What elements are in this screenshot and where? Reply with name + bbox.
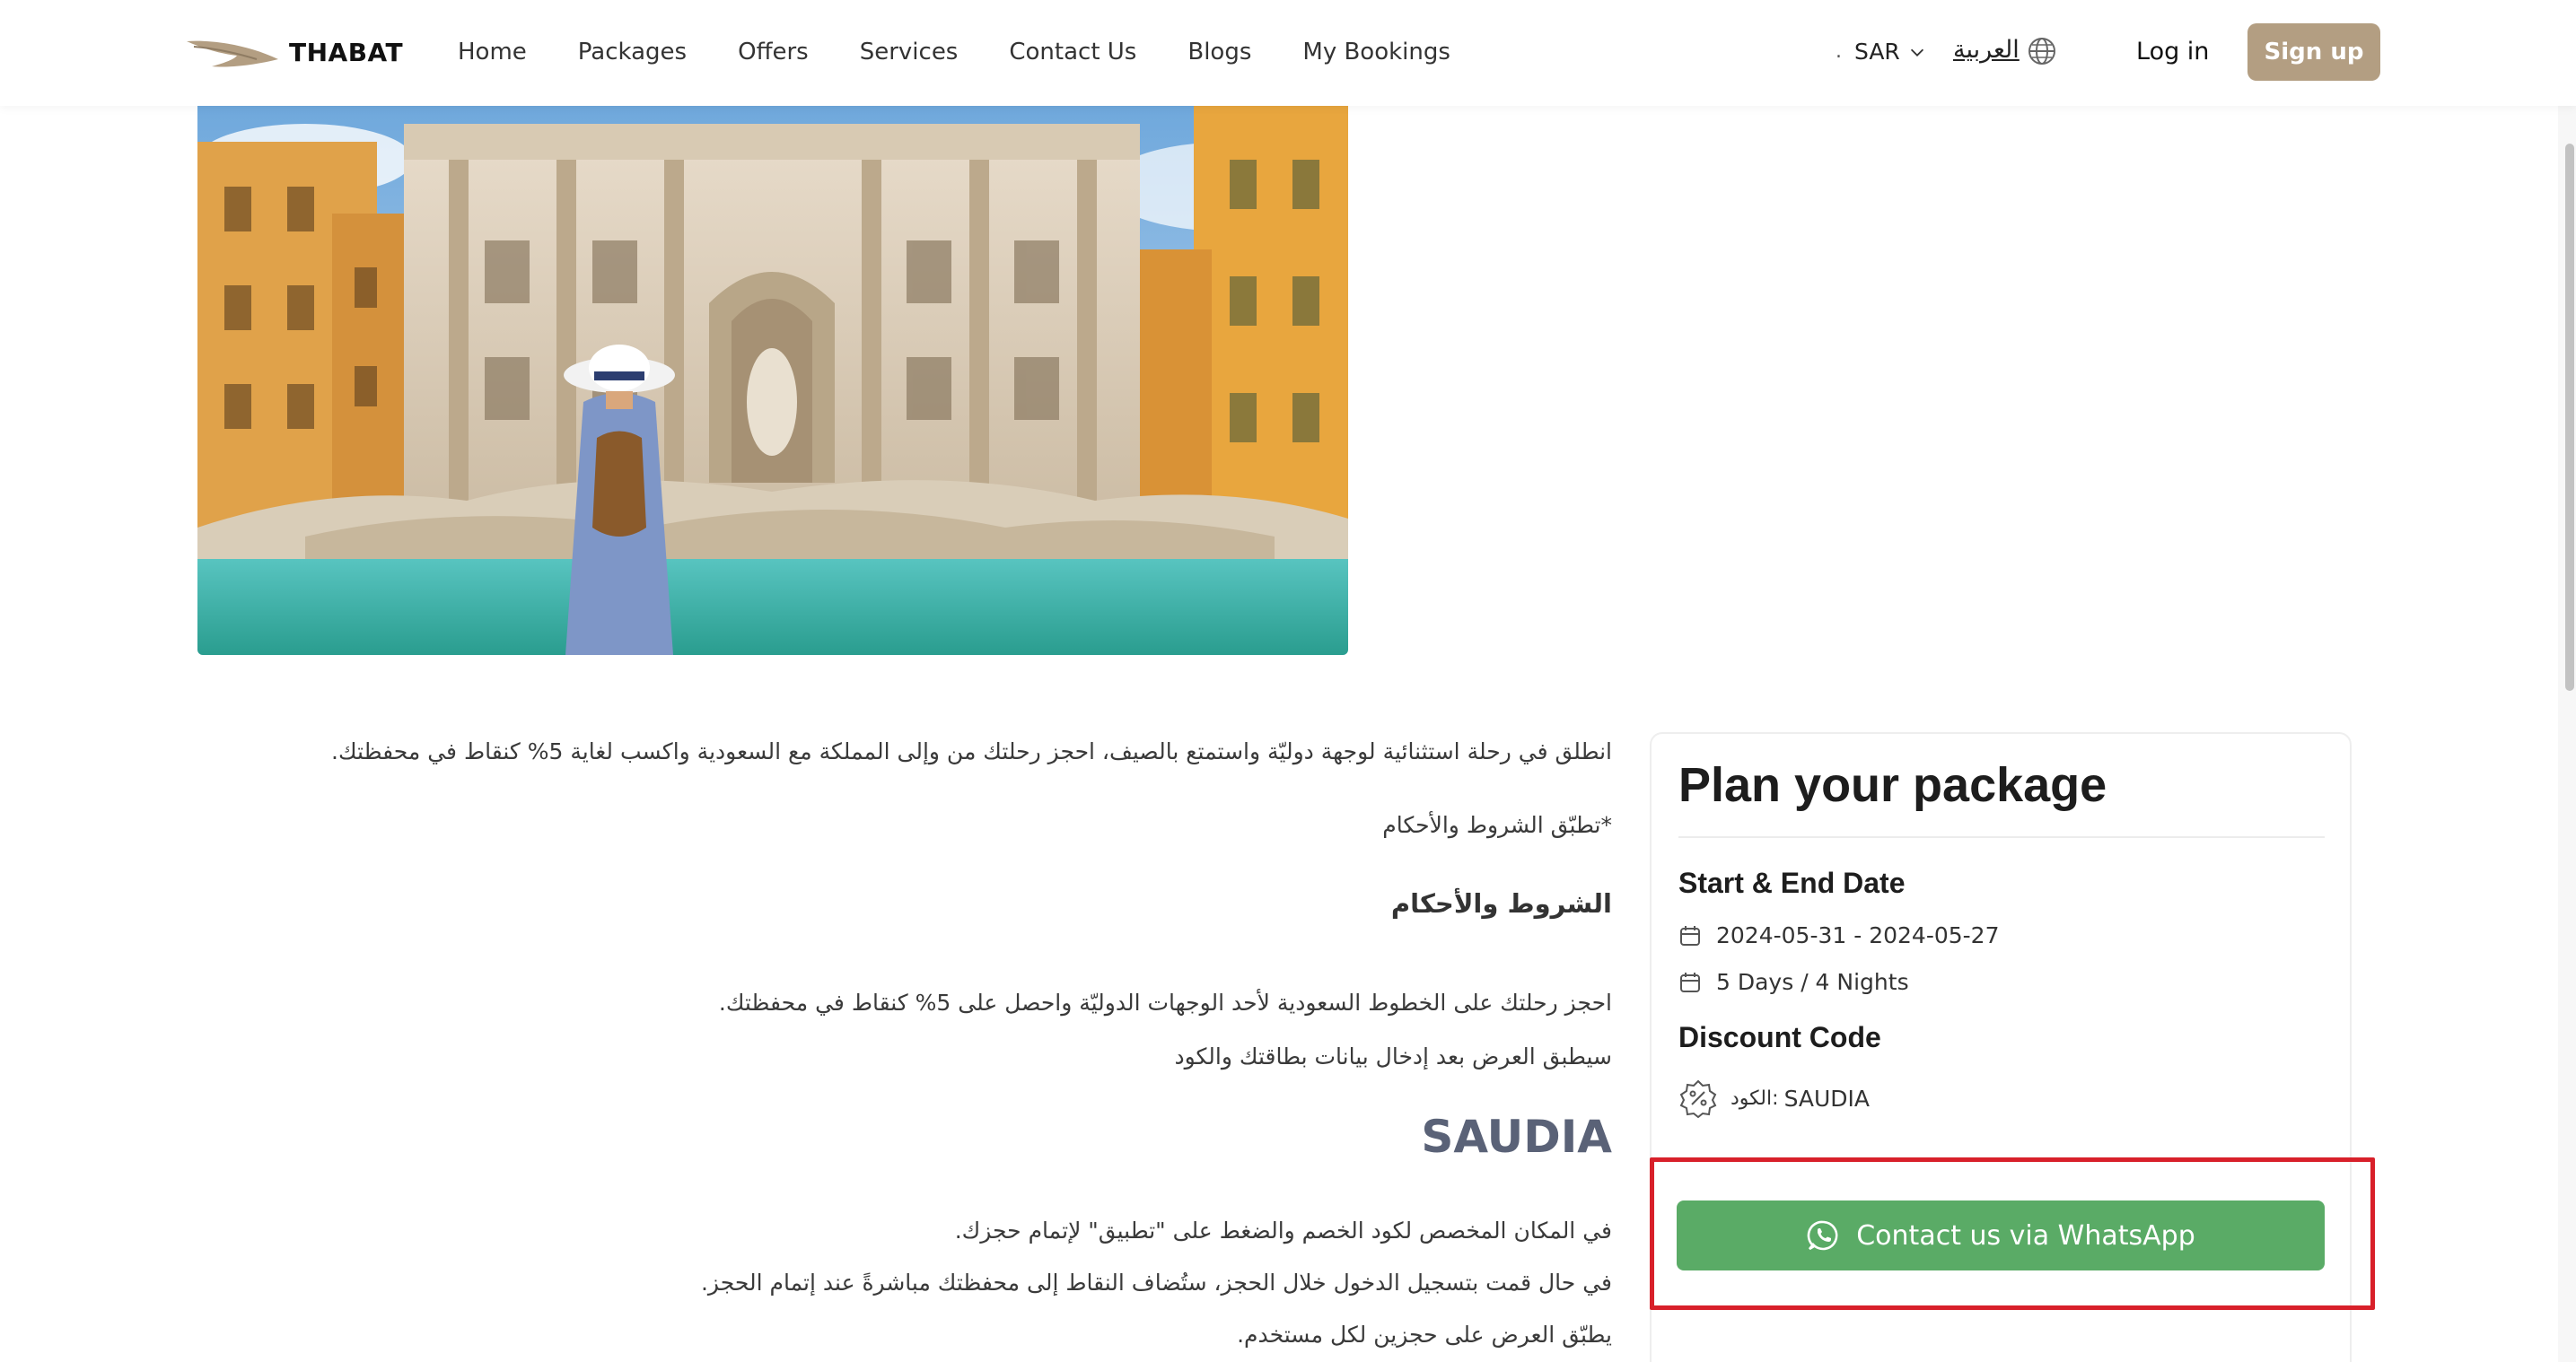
nav-contact-us[interactable]: Contact Us bbox=[1009, 34, 1136, 70]
discount-code-value: SAUDIA bbox=[1783, 1085, 1871, 1112]
site-header: THABAT Home Packages Offers Services Con… bbox=[0, 0, 2576, 106]
page-scrollbar-thumb[interactable] bbox=[2565, 144, 2574, 691]
discount-heading: Discount Code bbox=[1678, 1021, 1881, 1053]
promo-code-heading: SAUDIA bbox=[1421, 1111, 1612, 1163]
date-range-row: 2024-05-31 - 2024-05-27 bbox=[1678, 922, 2000, 948]
nav-offers[interactable]: Offers bbox=[738, 34, 809, 70]
nav-packages[interactable]: Packages bbox=[578, 34, 687, 70]
calendar-icon bbox=[1680, 925, 1700, 946]
login-button[interactable]: Log in bbox=[2136, 34, 2209, 70]
divider bbox=[1678, 836, 2325, 838]
dates-heading: Start & End Date bbox=[1678, 867, 1906, 899]
calendar-icon bbox=[1680, 972, 1700, 992]
discount-badge-icon bbox=[1679, 1079, 1717, 1118]
terms-item: احجز رحلتك على الخطوط السعودية لأحد الوج… bbox=[718, 990, 1612, 1016]
currency-label: SAR bbox=[1854, 39, 1900, 65]
nav-home[interactable]: Home bbox=[458, 34, 527, 70]
logo[interactable]: THABAT bbox=[185, 29, 403, 75]
currency-symbol: . bbox=[1836, 40, 1842, 63]
description-paragraph: انطلق في رحلة استثنائية لوجهة دوليّة واس… bbox=[331, 738, 1612, 764]
nav-my-bookings[interactable]: My Bookings bbox=[1302, 34, 1450, 70]
terms-item: في حال قمت بتسجيل الدخول خلال الحجز، ستُ… bbox=[700, 1270, 1612, 1296]
terms-item: يطبّق العرض على حجزين لكل مستخدم. bbox=[1237, 1322, 1612, 1348]
currency-selector[interactable]: . SAR bbox=[1836, 34, 1927, 70]
terms-note: *تطبّق الشروط والأحكام bbox=[1382, 812, 1612, 838]
discount-code-row: الكود: SAUDIA bbox=[1678, 1078, 1870, 1118]
logo-wing-icon bbox=[187, 40, 278, 67]
nav-blogs[interactable]: Blogs bbox=[1187, 34, 1251, 70]
hero-image bbox=[197, 106, 1348, 655]
terms-heading: الشروط والأحكام bbox=[1390, 888, 1612, 919]
discount-label: الكود: bbox=[1730, 1087, 1779, 1110]
trevi-fountain-photo bbox=[197, 106, 1348, 655]
terms-item: في المكان المخصص لكود الخصم والضغط على "… bbox=[954, 1218, 1612, 1244]
date-range-value: 2024-05-31 - 2024-05-27 bbox=[1716, 922, 2000, 948]
duration-value: 5 Days / 4 Nights bbox=[1716, 969, 1909, 995]
language-switch[interactable]: العربية bbox=[1953, 31, 2020, 70]
chevron-down-icon bbox=[1910, 48, 1923, 57]
duration-row: 5 Days / 4 Nights bbox=[1678, 969, 1909, 995]
highlight-box bbox=[1650, 1157, 2375, 1310]
signup-button[interactable]: Sign up bbox=[2247, 23, 2380, 81]
main-nav: Home Packages Offers Services Contact Us… bbox=[458, 34, 1450, 70]
logo-text: THABAT bbox=[289, 37, 404, 67]
globe-icon[interactable] bbox=[2027, 36, 2057, 66]
terms-item: سيطبق العرض بعد إدخال بيانات بطاقتك والك… bbox=[1174, 1043, 1612, 1070]
nav-services[interactable]: Services bbox=[860, 34, 959, 70]
card-title: Plan your package bbox=[1678, 758, 2107, 812]
